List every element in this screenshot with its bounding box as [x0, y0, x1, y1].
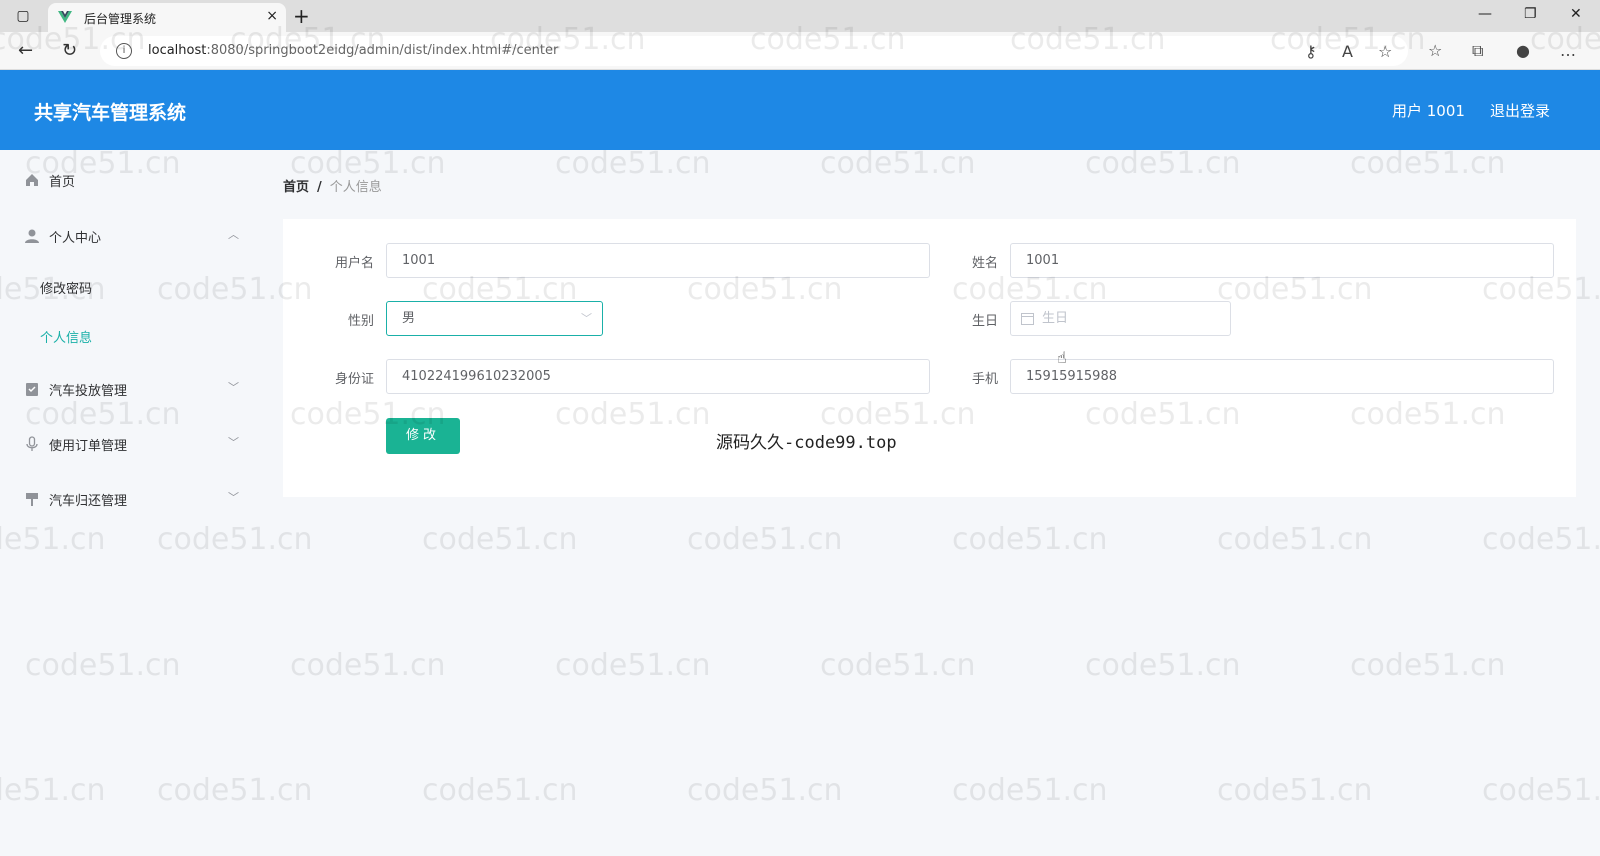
url-field[interactable]: i localhost:8080/springboot2eidg/admin/d… — [100, 36, 1408, 66]
microphone-icon — [26, 436, 38, 451]
clipboard-icon — [26, 383, 38, 396]
more-icon[interactable]: … — [1560, 41, 1576, 60]
watermark-text: code51.cn — [687, 522, 843, 557]
phone-label: 手机 — [971, 372, 998, 387]
sidebar-item-label: 使用订单管理 — [49, 439, 128, 454]
watermark-text: code51.cn — [820, 648, 976, 683]
url-path: :8080/springboot2eidg/admin/dist/index.h… — [206, 43, 559, 58]
url-host: localhost — [148, 43, 207, 58]
chevron-down-icon: ﹀ — [228, 436, 239, 449]
window-close-icon[interactable]: ✕ — [1570, 6, 1582, 22]
watermark-text: code51.cn — [1085, 146, 1241, 181]
watermark-text: code51.cn — [290, 648, 446, 683]
watermark-text: code51.cn — [555, 146, 711, 181]
hand-cursor-icon: ☝ — [1057, 348, 1067, 367]
breadcrumb-separator: / — [317, 180, 322, 195]
username-label: 用户名 — [334, 256, 374, 271]
sidebar-item-home[interactable]: 首页 — [0, 160, 256, 200]
name-input[interactable]: 1001 — [1010, 243, 1554, 278]
app-header: 共享汽车管理系统 用户 1001 退出登录 — [0, 70, 1600, 150]
watermark-text: code51.cn — [1350, 648, 1506, 683]
watermark-text: code51.cn — [555, 648, 711, 683]
breadcrumb: 首页 / 个人信息 — [283, 176, 382, 195]
name-label: 姓名 — [971, 256, 998, 271]
reload-icon[interactable]: ↻ — [62, 40, 77, 61]
browser-addressbar: ← ↻ i localhost:8080/springboot2eidg/adm… — [0, 32, 1600, 70]
sidebar-item-orders[interactable]: 使用订单管理 ﹀ — [0, 424, 256, 464]
sidebar: 首页 个人中心 ︿ 修改密码 个人信息 汽车投放管理 ﹀ 使用订单管理 ﹀ 汽车… — [0, 150, 256, 856]
sidebar-item-car-deploy[interactable]: 汽车投放管理 ﹀ — [0, 369, 256, 409]
site-info-icon[interactable]: i — [116, 43, 132, 59]
sidebar-subitem-change-password[interactable]: 修改密码 — [0, 267, 256, 307]
watermark-text: code51.cn — [1350, 146, 1506, 181]
breadcrumb-current: 个人信息 — [329, 180, 382, 195]
back-icon[interactable]: ← — [18, 40, 33, 61]
watermark-text: code51.cn — [952, 522, 1108, 557]
gender-value: 男 — [402, 311, 416, 326]
gender-label: 性别 — [347, 314, 374, 329]
idcard-label: 身份证 — [334, 372, 374, 387]
watermark-text: code51.cn — [422, 522, 578, 557]
profile-icon[interactable]: ● — [1516, 41, 1530, 60]
watermark-text: code51.cn — [952, 773, 1108, 808]
new-tab-icon[interactable]: + — [293, 4, 310, 28]
username-input[interactable]: 1001 — [386, 243, 930, 278]
watermark-text: code51.cn — [1482, 773, 1600, 808]
favorites-icon[interactable]: ☆ — [1428, 41, 1442, 60]
sidebar-item-label: 个人中心 — [49, 231, 102, 246]
calendar-icon — [1021, 313, 1034, 325]
sidebar-item-car-return[interactable]: 汽车归还管理 ﹀ — [0, 479, 256, 519]
app-title: 共享汽车管理系统 — [34, 102, 187, 124]
overlay-caption: 源码久久-code99.top — [716, 433, 897, 453]
sidebar-subitem-label: 修改密码 — [40, 282, 93, 297]
gender-select[interactable]: 男 ﹀ — [386, 301, 603, 336]
sidebar-item-label: 汽车投放管理 — [49, 384, 128, 399]
minimize-icon[interactable]: — — [1478, 6, 1492, 22]
browser-tab[interactable]: 后台管理系统 × — [48, 3, 286, 32]
birthday-label: 生日 — [971, 314, 998, 329]
chevron-up-icon: ︿ — [228, 228, 239, 241]
watermark-text: code51.cn — [687, 773, 843, 808]
browser-tabbar: ▢ 后台管理系统 × + — ❐ ✕ — [0, 0, 1600, 32]
url-text: localhost:8080/springboot2eidg/admin/dis… — [148, 43, 558, 58]
chevron-down-icon: ﹀ — [228, 491, 239, 504]
sidebar-item-label: 汽车归还管理 — [49, 494, 128, 509]
chevron-down-icon: ﹀ — [228, 381, 239, 394]
birthday-picker[interactable]: 生日 — [1010, 301, 1231, 336]
current-user: 用户 1001 — [1392, 102, 1465, 120]
vue-logo-icon — [58, 11, 72, 23]
sidebar-toggle-icon[interactable]: ▢ — [12, 6, 34, 26]
sidebar-item-label: 首页 — [49, 175, 76, 190]
sign-icon — [26, 493, 38, 506]
logout-link[interactable]: 退出登录 — [1490, 100, 1550, 121]
home-icon — [26, 174, 38, 186]
sidebar-subitem-label: 个人信息 — [40, 331, 93, 346]
favorite-add-icon[interactable]: ☆ — [1378, 42, 1392, 61]
user-icon — [25, 229, 39, 243]
watermark-text: code51.cn — [1217, 522, 1373, 557]
key-icon[interactable]: ⚷ — [1305, 42, 1317, 61]
watermark-text: code51.cn — [1217, 773, 1373, 808]
idcard-input[interactable]: 410224199610232005 — [386, 359, 930, 394]
chevron-down-icon: ﹀ — [581, 312, 592, 325]
watermark-text: code51.cn — [1482, 522, 1600, 557]
watermark-text: code51.cn — [1085, 648, 1241, 683]
restore-icon[interactable]: ❐ — [1524, 6, 1537, 22]
tab-title: 后台管理系统 — [84, 12, 157, 26]
watermark-text: code51.cn — [422, 773, 578, 808]
breadcrumb-home[interactable]: 首页 — [283, 180, 309, 195]
collections-icon[interactable]: ⧉ — [1472, 41, 1483, 61]
sidebar-subitem-personal-info[interactable]: 个人信息 — [0, 316, 256, 356]
watermark-text: code51.cn — [820, 146, 976, 181]
modify-button[interactable]: 修改 — [386, 418, 460, 454]
read-aloud-icon[interactable]: A — [1342, 42, 1353, 61]
phone-input[interactable]: 15915915988 — [1010, 359, 1554, 394]
sidebar-item-personal-center[interactable]: 个人中心 ︿ — [0, 216, 256, 256]
tab-close-icon[interactable]: × — [266, 8, 278, 24]
